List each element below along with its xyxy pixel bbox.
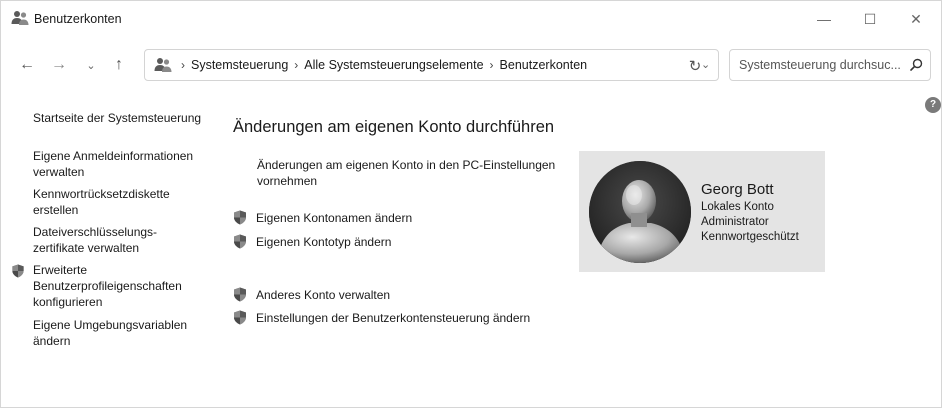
search-input[interactable]: Systemsteuerung durchsuc... [729, 49, 931, 81]
address-bar[interactable]: › Systemsteuerung › Alle Systemsteuerung… [144, 49, 719, 81]
breadcrumb-separator[interactable]: › [294, 58, 298, 72]
breadcrumb-benutzerkonten[interactable]: Benutzerkonten [500, 58, 588, 72]
sidebar-item-environment-variables[interactable]: Eigene Umgebungsvariablen ändern [33, 317, 203, 349]
breadcrumb-separator: › [181, 58, 185, 72]
minimize-button[interactable]: — [801, 1, 847, 37]
account-name: Georg Bott [701, 181, 774, 198]
breadcrumb: › Systemsteuerung › Alle Systemsteuerung… [175, 58, 587, 72]
window-title: Benutzerkonten [34, 12, 122, 26]
breadcrumb-separator[interactable]: › [490, 58, 494, 72]
account-type: Lokales Konto [701, 201, 774, 213]
window: Benutzerkonten — ☐ ✕ ← → ⌄ ↑ › Systemste… [0, 0, 942, 408]
refresh-button[interactable]: ↻ [683, 57, 707, 77]
account-card: Georg Bott Lokales Konto Administrator K… [579, 151, 825, 272]
recent-locations-button[interactable]: ⌄ [79, 53, 103, 77]
account-protection: Kennwortgeschützt [701, 231, 799, 243]
sidebar-item-credentials[interactable]: Eigene Anmeldeinformationen verwalten [33, 148, 213, 180]
change-account-type-link[interactable]: Eigenen Kontotyp ändern [256, 234, 391, 250]
shield-icon [233, 234, 247, 249]
forward-button[interactable]: → [47, 53, 71, 77]
help-icon[interactable]: ? [925, 97, 941, 113]
user-portrait-icon [589, 161, 691, 263]
search-placeholder: Systemsteuerung durchsuc... [739, 58, 901, 72]
shield-icon [233, 310, 247, 325]
user-accounts-icon [11, 10, 29, 26]
manage-other-account-link[interactable]: Anderes Konto verwalten [256, 287, 390, 303]
page-title: Änderungen am eigenen Konto durchführen [233, 118, 555, 136]
pc-settings-link[interactable]: Änderungen am eigenen Konto in den PC-Ei… [257, 157, 569, 189]
search-icon[interactable] [908, 57, 924, 73]
uac-settings-link[interactable]: Einstellungen der Benutzerkontensteuerun… [256, 310, 530, 326]
change-account-name-link[interactable]: Eigenen Kontonamen ändern [256, 210, 412, 226]
back-button[interactable]: ← [15, 53, 39, 77]
close-button[interactable]: ✕ [893, 1, 939, 37]
user-accounts-icon [154, 57, 172, 73]
avatar [589, 161, 691, 263]
sidebar-item-encryption-certificates[interactable]: Dateiverschlüsselungs-zertifikate verwal… [33, 224, 183, 256]
navigation-bar: ← → ⌄ ↑ › Systemsteuerung › Alle Systems… [1, 45, 941, 85]
title-bar: Benutzerkonten — ☐ ✕ [1, 1, 941, 37]
maximize-button[interactable]: ☐ [847, 1, 893, 37]
account-role: Administrator [701, 216, 769, 228]
shield-icon [233, 210, 247, 225]
up-button[interactable]: ↑ [107, 53, 131, 77]
sidebar-item-password-reset-disk[interactable]: Kennwortrücksetzdiskette erstellen [33, 186, 203, 218]
breadcrumb-alle-elemente[interactable]: Alle Systemsteuerungselemente [304, 58, 483, 72]
shield-icon [233, 287, 247, 302]
breadcrumb-systemsteuerung[interactable]: Systemsteuerung [191, 58, 288, 72]
sidebar-item-home[interactable]: Startseite der Systemsteuerung [33, 110, 213, 126]
shield-icon [11, 264, 25, 278]
sidebar-item-profile-properties[interactable]: Erweiterte Benutzerprofileigenschaften k… [33, 262, 208, 310]
